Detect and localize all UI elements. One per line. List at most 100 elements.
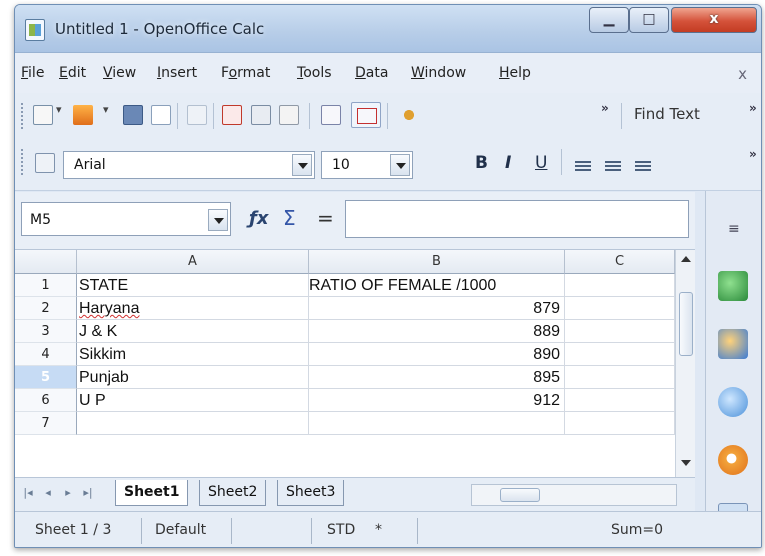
- properties-icon[interactable]: [718, 271, 748, 301]
- print-icon[interactable]: [251, 105, 271, 125]
- cell-c4[interactable]: [565, 343, 675, 366]
- row-header[interactable]: 3: [15, 320, 77, 343]
- chevron-down-icon[interactable]: [292, 154, 312, 176]
- toolbar-overflow-icon[interactable]: »: [601, 101, 609, 115]
- menu-file[interactable]: File: [21, 65, 44, 81]
- menu-view[interactable]: View: [103, 65, 136, 81]
- equals-icon[interactable]: =: [317, 206, 334, 230]
- cut-icon[interactable]: [399, 105, 419, 125]
- cell-a3[interactable]: J & K: [77, 320, 309, 343]
- cell-a5[interactable]: Punjab: [77, 366, 309, 389]
- autospellcheck-icon[interactable]: [351, 102, 381, 128]
- styles-icon[interactable]: [35, 153, 55, 173]
- bold-button[interactable]: B: [475, 153, 488, 173]
- cell-b5[interactable]: 895: [309, 366, 565, 389]
- menu-data[interactable]: Data: [355, 65, 388, 81]
- cell-a6[interactable]: U P: [77, 389, 309, 412]
- chevron-down-icon[interactable]: ▾: [103, 103, 115, 127]
- scrollbar-thumb[interactable]: [679, 292, 693, 356]
- menu-format[interactable]: Format: [221, 65, 270, 81]
- edit-file-icon[interactable]: [187, 105, 207, 125]
- toolbar-grip[interactable]: [21, 103, 24, 129]
- align-right-icon[interactable]: [635, 161, 651, 171]
- maximize-button[interactable]: □: [629, 7, 669, 33]
- email-icon[interactable]: [151, 105, 171, 125]
- row-header[interactable]: 2: [15, 297, 77, 320]
- column-header-b[interactable]: B: [309, 250, 565, 274]
- cell-a1[interactable]: STATE: [77, 274, 309, 297]
- function-wizard-icon[interactable]: ƒx: [249, 208, 268, 229]
- cell-b4[interactable]: 890: [309, 343, 565, 366]
- page-style[interactable]: Default: [155, 522, 206, 538]
- cell-b7[interactable]: [309, 412, 565, 435]
- scrollbar-thumb[interactable]: [500, 488, 540, 502]
- next-sheet-icon[interactable]: ▸: [61, 486, 75, 504]
- navigator-icon[interactable]: [718, 445, 748, 475]
- cell-c1[interactable]: [565, 274, 675, 297]
- export-pdf-icon[interactable]: [222, 105, 242, 125]
- first-sheet-icon[interactable]: |◂: [21, 486, 35, 504]
- cell-a2[interactable]: Haryana: [77, 297, 309, 320]
- cell-b6[interactable]: 912: [309, 389, 565, 412]
- menu-insert[interactable]: Insert: [157, 65, 197, 81]
- cell-a4[interactable]: Sikkim: [77, 343, 309, 366]
- cell-c7[interactable]: [565, 412, 675, 435]
- templates-icon[interactable]: [73, 105, 93, 125]
- page-preview-icon[interactable]: [279, 105, 299, 125]
- selection-mode[interactable]: STD: [327, 522, 355, 538]
- cell-c5[interactable]: [565, 366, 675, 389]
- cell-c6[interactable]: [565, 389, 675, 412]
- tab-sheet1[interactable]: Sheet1: [115, 480, 189, 506]
- cell-c2[interactable]: [565, 297, 675, 320]
- horizontal-scrollbar[interactable]: [471, 484, 677, 506]
- gallery-icon[interactable]: [718, 387, 748, 417]
- menu-help[interactable]: Help: [499, 65, 531, 81]
- underline-button[interactable]: U: [535, 153, 547, 173]
- sidebar-menu-icon[interactable]: ≡: [728, 221, 740, 237]
- prev-sheet-icon[interactable]: ◂: [41, 486, 55, 504]
- toolbar-overflow-icon[interactable]: »: [749, 147, 757, 161]
- cell-a7[interactable]: [77, 412, 309, 435]
- chevron-down-icon[interactable]: [390, 154, 410, 176]
- cell-b1[interactable]: RATIO OF FEMALE /1000: [309, 274, 565, 297]
- menu-edit[interactable]: Edit: [59, 65, 86, 81]
- row-header[interactable]: 4: [15, 343, 77, 366]
- align-left-icon[interactable]: [575, 161, 591, 171]
- cell-b2[interactable]: 879: [309, 297, 565, 320]
- menu-tools[interactable]: Tools: [297, 65, 332, 81]
- cell-c3[interactable]: [565, 320, 675, 343]
- vertical-scrollbar[interactable]: [675, 250, 695, 477]
- align-center-icon[interactable]: [605, 161, 621, 171]
- toolbar-overflow-icon[interactable]: »: [749, 101, 757, 115]
- sum-readout[interactable]: Sum=0: [611, 522, 663, 538]
- menu-window[interactable]: Window: [411, 65, 466, 81]
- chevron-down-icon[interactable]: [208, 209, 228, 231]
- spellcheck-icon[interactable]: [321, 105, 341, 125]
- row-header[interactable]: 6: [15, 389, 77, 412]
- scroll-up-icon[interactable]: [681, 256, 691, 262]
- new-icon[interactable]: [33, 105, 53, 125]
- column-header-a[interactable]: A: [77, 250, 309, 274]
- toolbar-grip[interactable]: [21, 149, 24, 175]
- cell-b3[interactable]: 889: [309, 320, 565, 343]
- formula-input[interactable]: [345, 200, 689, 238]
- font-name-select[interactable]: Arial: [63, 151, 315, 179]
- name-box[interactable]: M5: [21, 202, 231, 236]
- last-sheet-icon[interactable]: ▸|: [81, 486, 95, 504]
- close-button[interactable]: x: [671, 7, 757, 33]
- styles-formatting-icon[interactable]: [718, 329, 748, 359]
- tab-sheet3[interactable]: Sheet3: [277, 480, 345, 506]
- save-icon[interactable]: [123, 105, 143, 125]
- row-header-active[interactable]: 5: [15, 366, 77, 389]
- sum-icon[interactable]: Σ: [283, 206, 296, 230]
- italic-button[interactable]: I: [505, 153, 511, 173]
- font-size-select[interactable]: 10: [321, 151, 413, 179]
- select-all-corner[interactable]: [15, 250, 77, 274]
- find-text-button[interactable]: Find Text: [634, 105, 700, 123]
- scroll-down-icon[interactable]: [681, 460, 691, 466]
- close-document-icon[interactable]: x: [738, 65, 747, 83]
- row-header[interactable]: 1: [15, 274, 77, 297]
- column-header-c[interactable]: C: [565, 250, 675, 274]
- tab-sheet2[interactable]: Sheet2: [199, 480, 267, 506]
- chevron-down-icon[interactable]: ▾: [56, 103, 68, 127]
